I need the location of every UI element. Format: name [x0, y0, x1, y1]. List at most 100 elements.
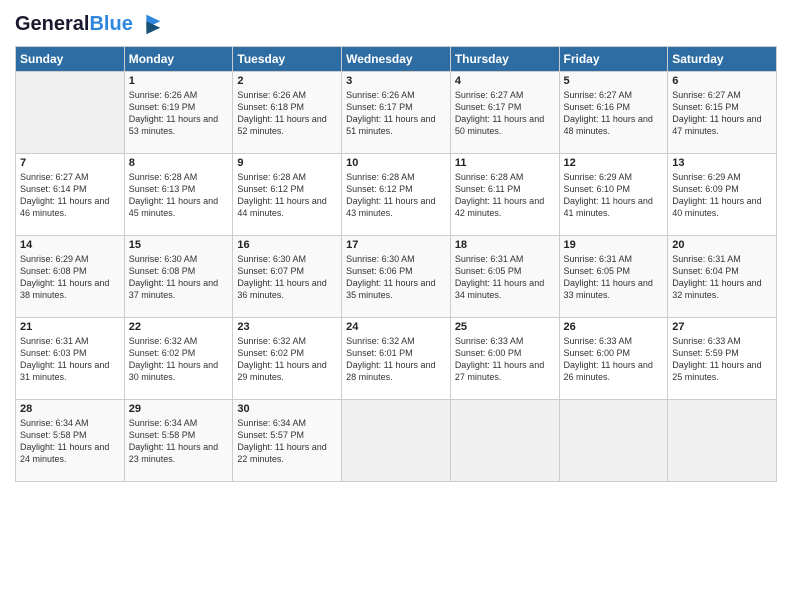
calendar-cell	[668, 400, 777, 482]
logo-icon	[137, 10, 165, 38]
calendar-cell: 17Sunrise: 6:30 AMSunset: 6:06 PMDayligh…	[342, 236, 451, 318]
day-number: 3	[346, 75, 446, 87]
calendar-cell	[559, 400, 668, 482]
calendar-cell: 8 Sunrise: 6:28 AMSunset: 6:13 PMDaylight…	[124, 154, 233, 236]
day-info: Sunrise: 6:31 AMSunset: 6:04 PMDaylight:…	[672, 253, 772, 302]
calendar-cell: 16 Sunrise: 6:30 AMSunset: 6:07 PMDayligh…	[233, 236, 342, 318]
day-info: Sunrise: 6:32 AMSunset: 6:02 PMDaylight:…	[129, 335, 229, 384]
calendar-cell	[450, 400, 559, 482]
day-number: 4	[455, 75, 555, 87]
col-header-sunday: Sunday	[16, 47, 125, 72]
day-number: 23	[237, 321, 337, 333]
day-info: Sunrise: 6:28 AMSunset: 6:12 PMDaylight:…	[346, 171, 446, 220]
calendar-cell: 30 Sunrise: 6:34 AMSunset: 5:57 PMDayligh…	[233, 400, 342, 482]
logo: GeneralBlue	[15, 10, 165, 38]
day-info: Sunrise: 6:27 AMSunset: 6:15 PMDaylight:…	[672, 89, 772, 138]
calendar-cell: 27Sunrise: 6:33 AMSunset: 5:59 PMDayligh…	[668, 318, 777, 400]
page-header: GeneralBlue	[15, 10, 777, 38]
day-number: 14	[20, 239, 120, 251]
day-number: 16	[237, 239, 337, 251]
day-number: 22	[129, 321, 229, 333]
day-number: 25	[455, 321, 555, 333]
day-number: 20	[672, 239, 772, 251]
day-number: 13	[672, 157, 772, 169]
calendar-cell: 9 Sunrise: 6:28 AMSunset: 6:12 PMDaylight…	[233, 154, 342, 236]
day-number: 17	[346, 239, 446, 251]
calendar-cell: 23 Sunrise: 6:32 AMSunset: 6:02 PMDayligh…	[233, 318, 342, 400]
calendar-cell: 29Sunrise: 6:34 AMSunset: 5:58 PMDayligh…	[124, 400, 233, 482]
day-info: Sunrise: 6:30 AMSunset: 6:07 PMDaylight:…	[237, 253, 337, 302]
day-number: 11	[455, 157, 555, 169]
day-number: 28	[20, 403, 120, 415]
week-row-5: 28Sunrise: 6:34 AMSunset: 5:58 PMDayligh…	[16, 400, 777, 482]
col-header-wednesday: Wednesday	[342, 47, 451, 72]
day-number: 1	[129, 75, 229, 87]
day-number: 26	[564, 321, 664, 333]
calendar-cell	[342, 400, 451, 482]
week-row-3: 14 Sunrise: 6:29 AMSunset: 6:08 PMDayligh…	[16, 236, 777, 318]
col-header-tuesday: Tuesday	[233, 47, 342, 72]
calendar-cell: 4 Sunrise: 6:27 AMSunset: 6:17 PMDaylight…	[450, 72, 559, 154]
day-info: Sunrise: 6:32 AMSunset: 6:02 PMDaylight:…	[237, 335, 337, 384]
day-info: Sunrise: 6:28 AMSunset: 6:11 PMDaylight:…	[455, 171, 555, 220]
calendar-cell: 7Sunrise: 6:27 AMSunset: 6:14 PMDaylight…	[16, 154, 125, 236]
day-info: Sunrise: 6:28 AMSunset: 6:13 PMDaylight:…	[129, 171, 229, 220]
calendar-cell: 14 Sunrise: 6:29 AMSunset: 6:08 PMDayligh…	[16, 236, 125, 318]
calendar-cell: 11 Sunrise: 6:28 AMSunset: 6:11 PMDayligh…	[450, 154, 559, 236]
day-info: Sunrise: 6:34 AMSunset: 5:57 PMDaylight:…	[237, 417, 337, 466]
calendar-cell: 10 Sunrise: 6:28 AMSunset: 6:12 PMDayligh…	[342, 154, 451, 236]
calendar-cell: 15 Sunrise: 6:30 AMSunset: 6:08 PMDayligh…	[124, 236, 233, 318]
day-number: 9	[237, 157, 337, 169]
col-header-saturday: Saturday	[668, 47, 777, 72]
calendar-cell: 18 Sunrise: 6:31 AMSunset: 6:05 PMDayligh…	[450, 236, 559, 318]
col-header-thursday: Thursday	[450, 47, 559, 72]
day-number: 10	[346, 157, 446, 169]
day-number: 18	[455, 239, 555, 251]
calendar-cell: 12Sunrise: 6:29 AMSunset: 6:10 PMDayligh…	[559, 154, 668, 236]
day-info: Sunrise: 6:28 AMSunset: 6:12 PMDaylight:…	[237, 171, 337, 220]
calendar-cell: 1 Sunrise: 6:26 AMSunset: 6:19 PMDaylight…	[124, 72, 233, 154]
calendar-header-row: SundayMondayTuesdayWednesdayThursdayFrid…	[16, 47, 777, 72]
day-number: 12	[564, 157, 664, 169]
day-info: Sunrise: 6:30 AMSunset: 6:08 PMDaylight:…	[129, 253, 229, 302]
day-info: Sunrise: 6:29 AMSunset: 6:09 PMDaylight:…	[672, 171, 772, 220]
day-info: Sunrise: 6:26 AMSunset: 6:19 PMDaylight:…	[129, 89, 229, 138]
calendar-cell: 26Sunrise: 6:33 AMSunset: 6:00 PMDayligh…	[559, 318, 668, 400]
week-row-2: 7Sunrise: 6:27 AMSunset: 6:14 PMDaylight…	[16, 154, 777, 236]
week-row-1: 1 Sunrise: 6:26 AMSunset: 6:19 PMDaylight…	[16, 72, 777, 154]
calendar-cell	[16, 72, 125, 154]
day-number: 15	[129, 239, 229, 251]
day-number: 8	[129, 157, 229, 169]
day-info: Sunrise: 6:26 AMSunset: 6:18 PMDaylight:…	[237, 89, 337, 138]
calendar-cell: 19 Sunrise: 6:31 AMSunset: 6:05 PMDayligh…	[559, 236, 668, 318]
calendar-cell: 3 Sunrise: 6:26 AMSunset: 6:17 PMDaylight…	[342, 72, 451, 154]
day-info: Sunrise: 6:27 AMSunset: 6:14 PMDaylight:…	[20, 171, 120, 220]
day-info: Sunrise: 6:29 AMSunset: 6:08 PMDaylight:…	[20, 253, 120, 302]
calendar-table: SundayMondayTuesdayWednesdayThursdayFrid…	[15, 46, 777, 482]
day-info: Sunrise: 6:31 AMSunset: 6:05 PMDaylight:…	[455, 253, 555, 302]
day-info: Sunrise: 6:33 AMSunset: 6:00 PMDaylight:…	[455, 335, 555, 384]
day-info: Sunrise: 6:32 AMSunset: 6:01 PMDaylight:…	[346, 335, 446, 384]
calendar-cell: 24Sunrise: 6:32 AMSunset: 6:01 PMDayligh…	[342, 318, 451, 400]
day-info: Sunrise: 6:26 AMSunset: 6:17 PMDaylight:…	[346, 89, 446, 138]
day-number: 27	[672, 321, 772, 333]
logo-blue: Blue	[89, 13, 132, 35]
col-header-friday: Friday	[559, 47, 668, 72]
page-container: GeneralBlue SundayMondayTuesdayWednesday…	[0, 0, 792, 487]
day-number: 19	[564, 239, 664, 251]
calendar-cell: 22 Sunrise: 6:32 AMSunset: 6:02 PMDayligh…	[124, 318, 233, 400]
calendar-cell: 21Sunrise: 6:31 AMSunset: 6:03 PMDayligh…	[16, 318, 125, 400]
calendar-cell: 28Sunrise: 6:34 AMSunset: 5:58 PMDayligh…	[16, 400, 125, 482]
day-number: 30	[237, 403, 337, 415]
calendar-cell: 2Sunrise: 6:26 AMSunset: 6:18 PMDaylight…	[233, 72, 342, 154]
day-info: Sunrise: 6:27 AMSunset: 6:17 PMDaylight:…	[455, 89, 555, 138]
calendar-cell: 25 Sunrise: 6:33 AMSunset: 6:00 PMDayligh…	[450, 318, 559, 400]
day-info: Sunrise: 6:27 AMSunset: 6:16 PMDaylight:…	[564, 89, 664, 138]
logo-text: GeneralBlue	[15, 13, 133, 35]
calendar-cell: 20 Sunrise: 6:31 AMSunset: 6:04 PMDayligh…	[668, 236, 777, 318]
day-number: 6	[672, 75, 772, 87]
day-number: 21	[20, 321, 120, 333]
calendar-cell: 5Sunrise: 6:27 AMSunset: 6:16 PMDaylight…	[559, 72, 668, 154]
calendar-cell: 13 Sunrise: 6:29 AMSunset: 6:09 PMDayligh…	[668, 154, 777, 236]
day-info: Sunrise: 6:31 AMSunset: 6:05 PMDaylight:…	[564, 253, 664, 302]
